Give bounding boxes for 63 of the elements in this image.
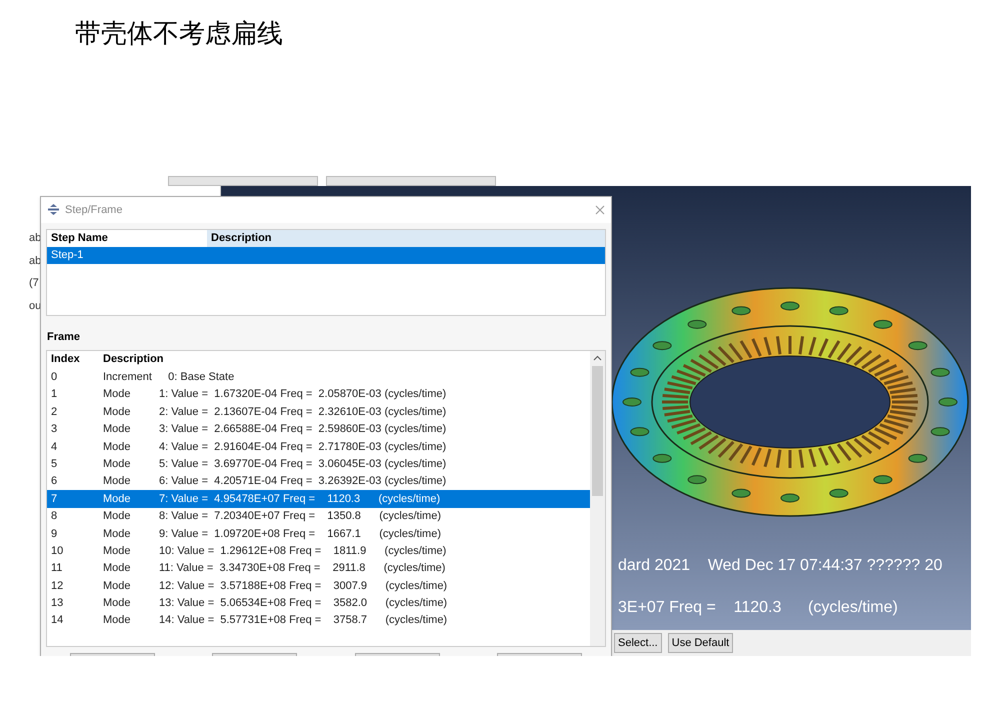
dialog-title: Step/Frame [65, 202, 124, 218]
index-cell[interactable]: 5 [47, 456, 99, 472]
description-cell[interactable]: 4: Value = 2.91604E-04 Freq = 2.71780E-03 (cycles/time) [159, 438, 446, 456]
type-cell[interactable]: Mode [99, 404, 159, 420]
type-cell[interactable]: Mode [99, 386, 159, 403]
index-cell[interactable]: 8 [47, 508, 99, 525]
index-cell[interactable]: 9 [47, 526, 99, 542]
type-cell[interactable]: Mode [99, 595, 159, 612]
close-icon[interactable] [595, 204, 605, 215]
index-cell[interactable]: 2 [47, 404, 99, 420]
index-cell[interactable]: 7 [47, 490, 99, 508]
index-cell[interactable]: 3 [47, 421, 99, 438]
scrollbar[interactable] [590, 350, 605, 646]
viewport-text: 3E+07 Freq = 1120.3 (cycles/time) [618, 598, 899, 618]
type-cell[interactable]: Mode [99, 560, 159, 577]
description-cell[interactable]: 9: Value = 1.09720E+08 Freq = 1667.1 (cycles/time) [159, 526, 441, 542]
page-title: 带壳体不考虑扁线 [75, 17, 284, 50]
type-cell[interactable]: Mode [99, 508, 159, 525]
index-cell[interactable]: 4 [47, 438, 99, 456]
column-header[interactable]: Description [207, 230, 605, 247]
step-row[interactable]: Step-1 [47, 246, 605, 264]
description-cell[interactable]: 3: Value = 2.66588E-04 Freq = 2.59860E-03 (cycles/time) [159, 421, 446, 438]
type-cell[interactable]: Mode [99, 578, 159, 594]
index-cell[interactable]: 0 [47, 368, 99, 386]
viewport-text: dard 2021 Wed Dec 17 07:44:37 ?????? 20 [618, 556, 942, 576]
scroll-thumb[interactable] [592, 366, 603, 496]
description-cell[interactable]: 1: Value = 1.67320E-04 Freq = 2.05870E-03 (cycles/time) [159, 386, 446, 403]
type-cell[interactable]: Mode [99, 490, 159, 508]
type-cell[interactable]: Mode [99, 526, 159, 542]
index-cell[interactable]: 13 [47, 595, 99, 612]
type-cell[interactable]: Mode [99, 421, 159, 438]
description-cell[interactable]: 10: Value = 1.29612E+08 Freq = 1811.9 (cycles/time) [159, 542, 446, 560]
index-cell[interactable]: 6 [47, 473, 99, 490]
viewport-button[interactable]: Use Default [668, 633, 734, 653]
description-cell[interactable]: 12: Value = 3.57188E+08 Freq = 3007.9 (cycles/time) [159, 578, 448, 594]
description-cell[interactable]: 11: Value = 3.34730E+08 Freq = 2911.8 (cycles/time) [159, 560, 446, 577]
description-cell[interactable]: 7: Value = 4.95478E+07 Freq = 1120.3 (cycles/time) [159, 490, 440, 508]
column-header[interactable]: Description [99, 351, 168, 368]
scroll-up-icon[interactable] [593, 354, 602, 363]
description-cell[interactable]: 14: Value = 5.57731E+08 Freq = 3758.7 (cycles/time) [159, 612, 448, 629]
index-cell[interactable]: 11 [47, 560, 99, 577]
description-cell[interactable]: 5: Value = 3.69770E-04 Freq = 3.06045E-03 (cycles/time) [159, 456, 446, 472]
index-cell[interactable]: 10 [47, 542, 99, 560]
type-cell[interactable]: Mode [99, 612, 159, 629]
column-header[interactable]: Index [47, 351, 99, 368]
type-cell[interactable]: Mode [99, 456, 159, 472]
type-cell[interactable]: Mode [99, 438, 159, 456]
description-cell[interactable]: 0: Base State [159, 368, 234, 386]
index-cell[interactable]: 14 [47, 612, 99, 629]
frame-label: Frame [47, 330, 82, 346]
description-cell[interactable]: 2: Value = 2.13607E-04 Freq = 2.32610E-03 (cycles/time) [159, 404, 446, 420]
type-cell[interactable]: Mode [99, 542, 159, 560]
index-cell[interactable]: 1 [47, 386, 99, 403]
model-dropdown[interactable] [326, 176, 496, 186]
type-cell[interactable]: Mode [99, 473, 159, 490]
description-cell[interactable]: 6: Value = 4.20571E-04 Freq = 3.26392E-03 (cycles/time) [159, 473, 446, 490]
index-cell[interactable]: 12 [47, 578, 99, 594]
viewport-button[interactable]: Select... [614, 633, 662, 653]
description-cell[interactable]: 8: Value = 7.20340E+07 Freq = 1350.8 (cycles/time) [159, 508, 441, 525]
module-dropdown[interactable] [168, 176, 318, 186]
dialog-icon [47, 203, 60, 216]
type-cell[interactable]: Increment [99, 368, 159, 386]
description-cell[interactable]: 13: Value = 5.06534E+08 Freq = 3582.0 (cycles/time) [159, 595, 448, 612]
